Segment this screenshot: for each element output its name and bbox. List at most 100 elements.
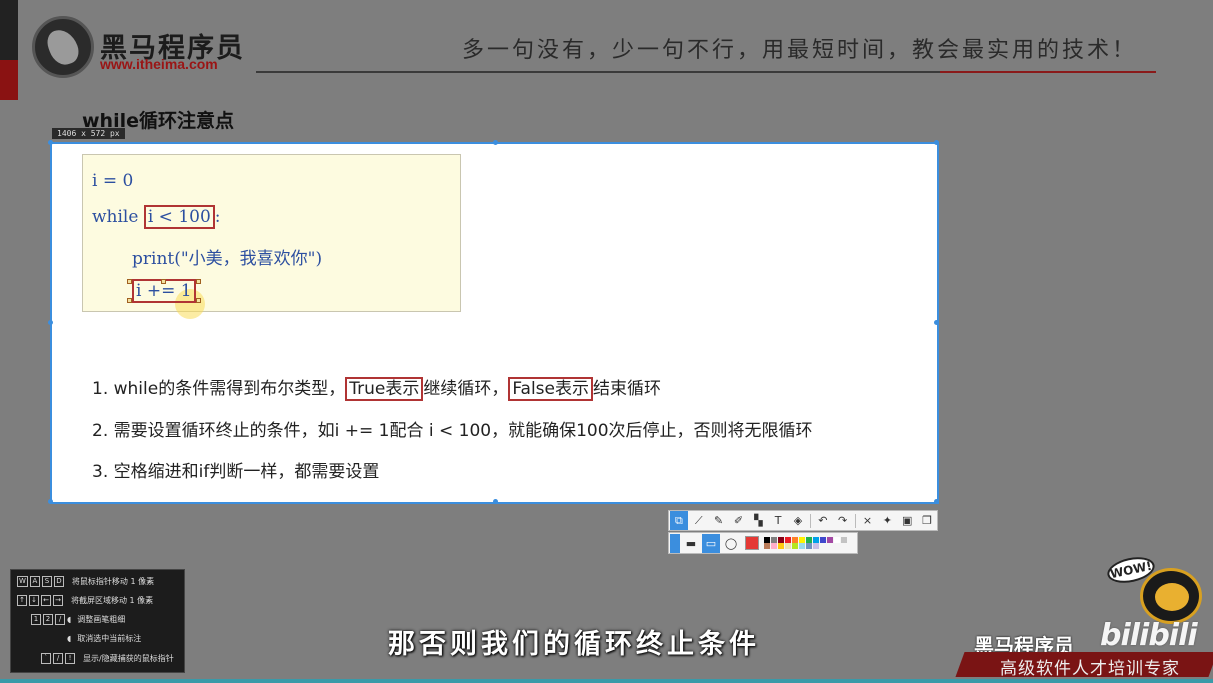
- itheima-logo-icon: [32, 16, 94, 78]
- note-1-suffix: 结束循环: [593, 379, 662, 399]
- line-icon[interactable]: ⟋: [690, 511, 708, 530]
- help-keys: ` /!: [41, 653, 77, 664]
- help-row-1: WASD 将鼠标指针移动 1 像素: [17, 576, 154, 587]
- close-icon[interactable]: ×: [859, 511, 877, 530]
- color-palette[interactable]: [763, 537, 847, 549]
- code-keyword-while: while: [92, 207, 144, 227]
- capture-selection[interactable]: i = 0 while i < 100: print("小美，我喜欢你") i …: [48, 140, 939, 504]
- code-condition-highlight: i < 100: [143, 205, 215, 229]
- mosaic-icon[interactable]: ▚: [749, 511, 767, 530]
- key-cap: W: [17, 576, 28, 587]
- key-cap: →: [53, 595, 63, 606]
- text-icon[interactable]: T: [769, 511, 787, 530]
- help-row-5: ` /! 显示/隐藏捕获的鼠标指针: [41, 653, 174, 664]
- capture-size-label: 1406 x 572 px: [52, 128, 125, 139]
- key-cap: /: [53, 653, 63, 664]
- note-2: 2. 需要设置循环终止的条件，如i += 1配合 i < 100，就能确保100…: [92, 421, 813, 441]
- resize-handle-tr[interactable]: [934, 140, 939, 145]
- redo-icon[interactable]: ↷: [834, 511, 852, 530]
- help-row-4: ◖ 取消选中当前标注: [67, 633, 141, 644]
- color-swatch[interactable]: [826, 537, 833, 543]
- code-colon: :: [214, 207, 221, 227]
- pin-icon[interactable]: ✦: [878, 511, 896, 530]
- help-text: 将鼠标指针移动 1 像素: [71, 577, 155, 586]
- video-subtitle: 那否则我们的循环终止条件: [388, 629, 760, 660]
- help-row-3: 1 2/ ◖ 调整画笔粗细: [31, 614, 125, 625]
- key-cap: A: [29, 576, 40, 587]
- note-1-prefix: 1. while的条件需得到布尔类型，: [92, 379, 346, 399]
- color-swatch[interactable]: [791, 543, 798, 549]
- eraser-icon[interactable]: ◈: [789, 511, 807, 530]
- active-color-swatch[interactable]: [745, 536, 759, 550]
- save-icon[interactable]: ▣: [898, 511, 916, 530]
- mouse-icon: ◖: [67, 634, 72, 643]
- resize-handle-left[interactable]: [48, 320, 53, 325]
- code-line-2: while i < 100:: [92, 205, 221, 229]
- pen-icon[interactable]: ✎: [710, 511, 728, 530]
- help-keys: 1 2/: [31, 614, 67, 625]
- color-swatch[interactable]: [805, 543, 812, 549]
- key-cap: 2: [43, 614, 53, 625]
- note-3: 3. 空格缩进和if判断一样，都需要设置: [92, 462, 380, 482]
- help-text: 取消选中当前标注: [77, 634, 142, 643]
- key-cap: D: [53, 576, 64, 587]
- help-text: 调整画笔粗细: [77, 615, 126, 624]
- toolbar-separator: [854, 513, 856, 528]
- help-row-2: ↑ ↓ ← → 将截屏区域移动 1 像素: [17, 595, 153, 606]
- color-swatch[interactable]: [798, 543, 805, 549]
- style-indicator: [670, 533, 680, 553]
- keyboard-help-panel: WASD 将鼠标指针移动 1 像素 ↑ ↓ ← → 将截屏区域移动 1 像素 1 2/ …: [10, 569, 185, 673]
- annotation-handle[interactable]: [196, 279, 201, 284]
- toolbar-separator: [809, 513, 811, 528]
- color-swatch[interactable]: [784, 543, 791, 549]
- note-1-true-highlight: True表示: [345, 377, 424, 401]
- mouse-icon: ◖: [67, 615, 72, 624]
- resize-handle-bottom[interactable]: [493, 499, 498, 504]
- rect-outline-icon[interactable]: ▭: [702, 533, 720, 553]
- resize-handle-tl[interactable]: [48, 140, 53, 145]
- color-swatch[interactable]: [812, 543, 819, 549]
- help-text: 显示/隐藏捕获的鼠标指针: [83, 654, 174, 663]
- select-icon[interactable]: ⧉: [670, 511, 688, 530]
- highlighter-icon[interactable]: ✐: [730, 511, 748, 530]
- rect-fill-icon[interactable]: ▬: [682, 534, 700, 553]
- bilibili-logo: bilibili: [1100, 618, 1198, 653]
- footer-tagline: 高级软件人才培训专家: [1000, 659, 1180, 679]
- key-cap: ↑: [17, 595, 27, 606]
- note-1: 1. while的条件需得到布尔类型， True表示 继续循环， False表示 结束循…: [92, 374, 662, 401]
- header-divider-accent: [940, 71, 1156, 73]
- key-cap: /: [55, 614, 65, 625]
- resize-handle-bl[interactable]: [48, 499, 53, 504]
- color-swatch[interactable]: [770, 543, 777, 549]
- color-swatch[interactable]: [833, 537, 840, 543]
- key-cap: S: [41, 576, 52, 587]
- resize-handle-right[interactable]: [934, 320, 939, 325]
- copy-icon[interactable]: ❐: [918, 511, 936, 530]
- slogan: 多一句没有，少一句不行，用最短时间，教会最实用的技术！: [462, 38, 1138, 63]
- annotation-handle[interactable]: [161, 279, 166, 284]
- key-cap: ↓: [29, 595, 39, 606]
- annotation-handle[interactable]: [196, 298, 201, 303]
- key-cap: !: [65, 653, 75, 664]
- color-swatch[interactable]: [777, 543, 784, 549]
- left-dark-strip: [0, 0, 18, 60]
- mascot-icon: [1140, 568, 1202, 624]
- color-swatch[interactable]: [819, 537, 826, 543]
- note-1-mid: 继续循环，: [423, 379, 509, 399]
- color-swatch[interactable]: [763, 543, 770, 549]
- help-keys: ↑ ↓ ← →: [17, 595, 65, 606]
- ellipse-icon[interactable]: ◯: [722, 534, 740, 553]
- help-text: 将截屏区域移动 1 像素: [71, 596, 154, 605]
- annotation-handle[interactable]: [127, 279, 132, 284]
- color-swatch[interactable]: [840, 537, 847, 543]
- mascot-face: [1155, 583, 1189, 611]
- resize-handle-top[interactable]: [493, 140, 498, 145]
- undo-icon[interactable]: ↶: [814, 511, 832, 530]
- code-line-4: i += 1: [132, 279, 196, 303]
- note-1-false-highlight: False表示: [508, 377, 594, 401]
- key-cap: `: [41, 653, 51, 664]
- annotation-handle[interactable]: [127, 298, 132, 303]
- help-keys: WASD: [17, 576, 66, 587]
- code-line-3: print("小美，我喜欢你"): [132, 249, 323, 269]
- resize-handle-br[interactable]: [934, 499, 939, 504]
